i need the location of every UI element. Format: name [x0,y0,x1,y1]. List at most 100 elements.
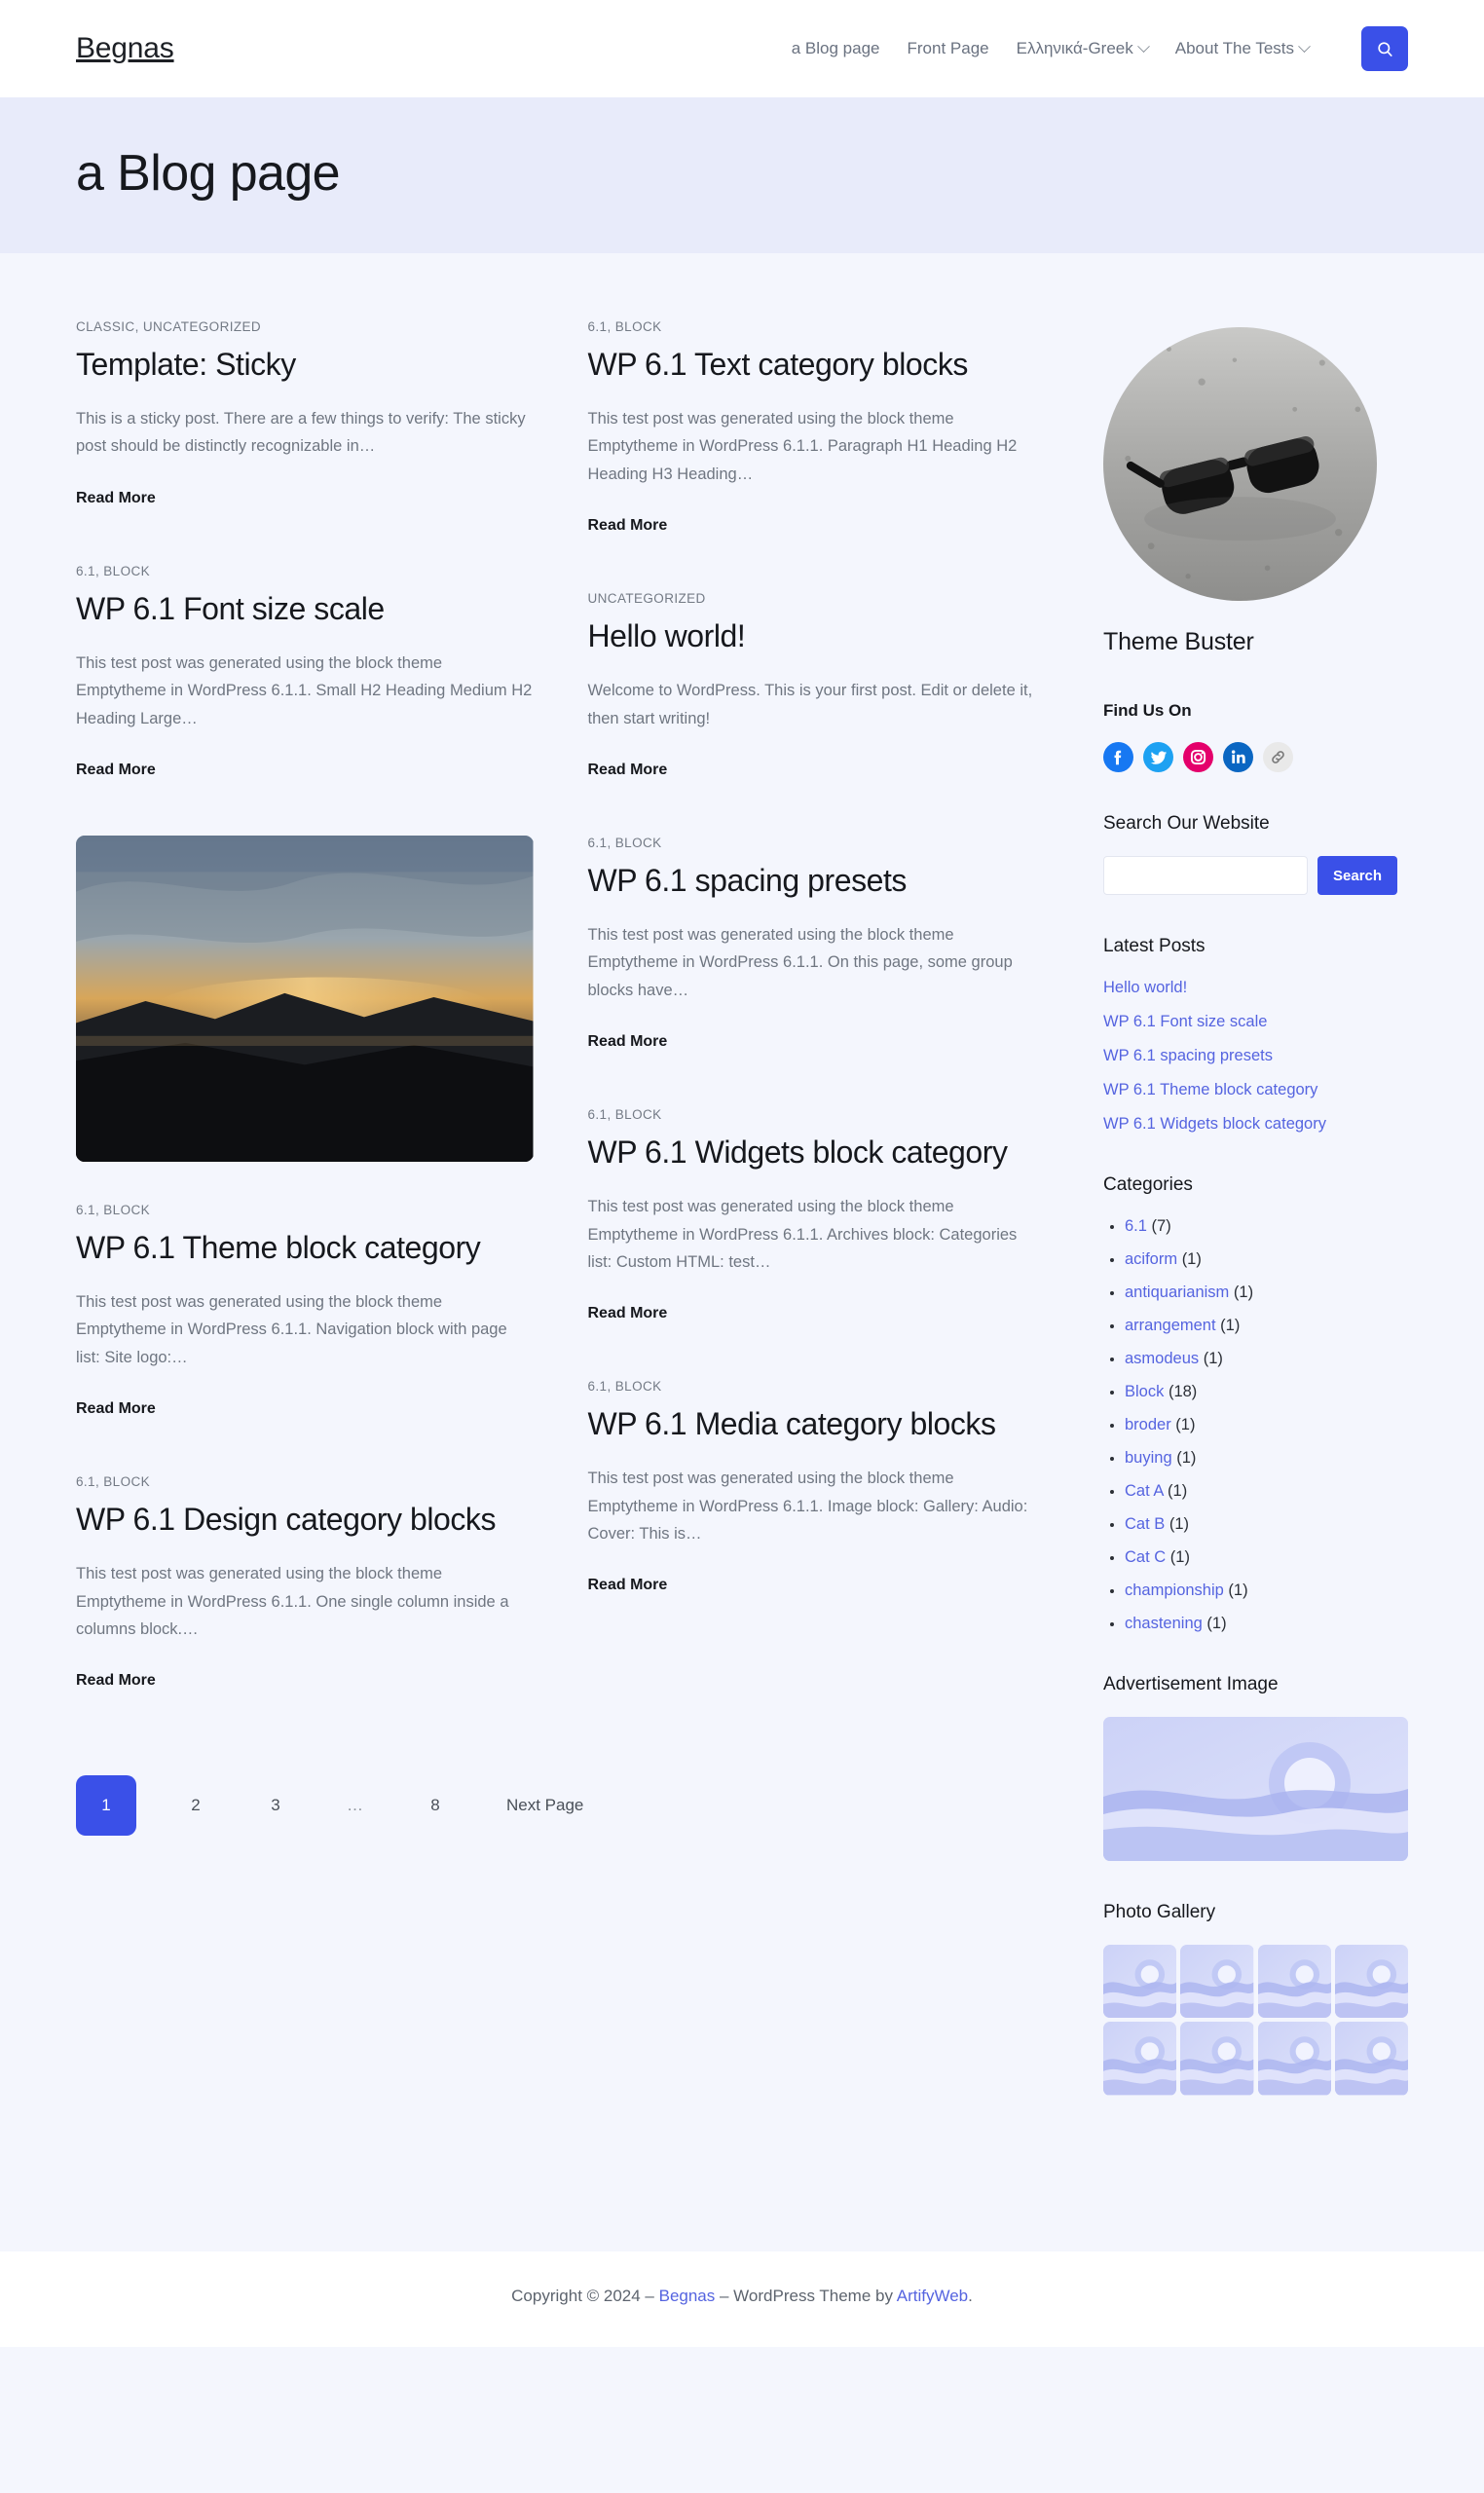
category-link[interactable]: chastening [1125,1615,1203,1632]
post-title-link[interactable]: WP 6.1 Font size scale [76,591,385,626]
category-link[interactable]: buying [1125,1449,1172,1467]
nav-item-front-page[interactable]: Front Page [908,39,989,58]
read-more-link[interactable]: Read More [588,1577,668,1594]
read-more-link[interactable]: Read More [76,1400,156,1418]
post-categories: CLASSIC, UNCATEGORIZED [76,319,262,334]
latest-post-link[interactable]: WP 6.1 Widgets block category [1103,1115,1326,1133]
read-more-link[interactable]: Read More [588,1033,668,1051]
post-title-link[interactable]: WP 6.1 Widgets block category [588,1135,1008,1170]
post-title-link[interactable]: WP 6.1 Theme block category [76,1230,481,1265]
latest-post-link[interactable]: WP 6.1 Theme block category [1103,1081,1317,1098]
site-title-link[interactable]: Begnas [76,32,174,65]
post-categories: 6.1, BLOCK [587,835,662,850]
search-submit-button[interactable]: Search [1317,856,1398,895]
pagination-page-3[interactable]: 3 [236,1796,315,1815]
gallery-item[interactable] [1257,2022,1331,2096]
category-item: antiquarianism (1) [1125,1284,1408,1302]
category-link[interactable]: asmodeus [1125,1350,1199,1367]
footer-author-link[interactable]: ArtifyWeb [897,2287,968,2305]
read-more-link[interactable]: Read More [76,1672,156,1690]
post-title-link[interactable]: WP 6.1 Text category blocks [588,347,969,382]
latest-post-link[interactable]: WP 6.1 Font size scale [1103,1013,1267,1030]
category-count: (1) [1206,1615,1227,1632]
gallery-item[interactable] [1103,2022,1177,2096]
post-title-link[interactable]: WP 6.1 Design category blocks [76,1502,496,1537]
placeholder-thumbnail-icon [1334,2022,1408,2096]
post-card: 6.1, BLOCK WP 6.1 Font size scale This tes… [76,564,534,793]
post-title-link[interactable]: WP 6.1 spacing presets [588,863,908,898]
gallery-item[interactable] [1257,1945,1331,2019]
link-link[interactable] [1263,742,1293,772]
category-link[interactable]: Block [1125,1383,1164,1400]
latest-post-link[interactable]: WP 6.1 spacing presets [1103,1047,1273,1064]
twitter-link[interactable] [1143,742,1173,772]
widget-advertisement: Advertisement Image [1103,1674,1408,1861]
post-title-link[interactable]: WP 6.1 Media category blocks [588,1406,996,1441]
pagination-page-2[interactable]: 2 [156,1796,236,1815]
category-link[interactable]: Cat B [1125,1515,1165,1533]
footer-site-link[interactable]: Begnas [659,2287,716,2305]
category-link[interactable]: broder [1125,1416,1171,1433]
nav-item-greek[interactable]: Ελληνικά-Greek [1017,39,1150,58]
category-count: (18) [1168,1383,1198,1400]
search-input[interactable] [1103,856,1308,895]
instagram-icon [1183,742,1213,772]
post-title: WP 6.1 Widgets block category [588,1134,1046,1172]
read-more-link[interactable]: Read More [588,1305,668,1322]
gallery-item[interactable] [1334,1945,1408,2019]
post-excerpt: This test post was generated using the b… [76,1565,509,1638]
read-more-link[interactable]: Read More [76,762,156,779]
post-featured-image[interactable] [76,835,534,1162]
search-toggle-button[interactable] [1361,26,1408,71]
post-title: Template: Sticky [76,346,534,384]
placeholder-thumbnail-icon [1334,1945,1408,2019]
pagination-next-page[interactable]: Next Page [506,1796,583,1815]
pagination-current-page[interactable]: 1 [76,1775,136,1837]
nav-item-a-blog-page[interactable]: a Blog page [792,39,880,58]
latest-post-link[interactable]: Hello world! [1103,979,1187,996]
read-more-link[interactable]: Read More [588,762,668,779]
categories-list: 6.1 (7)aciform (1)antiquarianism (1)arra… [1103,1217,1408,1633]
placeholder-landscape-icon [1103,1717,1408,1861]
avatar-photo [1103,327,1377,601]
category-item: buying (1) [1125,1449,1408,1468]
advertisement-image[interactable] [1103,1717,1408,1861]
category-link[interactable]: Cat C [1125,1548,1166,1566]
social-links [1103,742,1408,772]
post-title-link[interactable]: Hello world! [588,618,746,653]
sidebar: Theme Buster Find Us On Search Our Websi… [1103,319,1408,2137]
gallery-item[interactable] [1180,1945,1254,2019]
placeholder-thumbnail-icon [1257,2022,1331,2096]
category-item: Cat C (1) [1125,1548,1408,1567]
instagram-link[interactable] [1183,742,1213,772]
latest-post-item: WP 6.1 Font size scale [1103,1013,1408,1031]
read-more-link[interactable]: Read More [588,517,668,535]
category-link[interactable]: arrangement [1125,1317,1216,1334]
gallery-item[interactable] [1334,2022,1408,2096]
profile-name: Theme Buster [1103,628,1254,655]
category-link[interactable]: aciform [1125,1250,1177,1268]
page-title: a Blog page [76,145,341,202]
category-count: (1) [1181,1250,1202,1268]
read-more-link[interactable]: Read More [76,490,156,507]
pagination-page-8[interactable]: 8 [395,1796,475,1815]
widget-photo-gallery: Photo Gallery [1103,1902,1408,2096]
gallery-item[interactable] [1180,2022,1254,2096]
category-count: (1) [1176,1449,1197,1467]
gallery-item[interactable] [1103,1945,1177,2019]
category-count: (1) [1228,1581,1248,1599]
category-count: (7) [1151,1217,1171,1235]
linkedin-link[interactable] [1223,742,1253,772]
nav-item-about-the-tests[interactable]: About The Tests [1175,39,1311,58]
category-link[interactable]: Cat A [1125,1482,1163,1500]
category-link[interactable]: antiquarianism [1125,1284,1229,1301]
category-count: (1) [1233,1284,1254,1301]
category-link[interactable]: 6.1 [1125,1217,1147,1235]
category-link[interactable]: championship [1125,1581,1224,1599]
post-card: 6.1, BLOCK WP 6.1 Media category blocks Th… [588,1379,1046,1608]
facebook-link[interactable] [1103,742,1133,772]
twitter-icon [1143,742,1173,772]
post-title-link[interactable]: Template: Sticky [76,347,296,382]
category-count: (1) [1203,1350,1223,1367]
latest-post-item: Hello world! [1103,979,1408,997]
